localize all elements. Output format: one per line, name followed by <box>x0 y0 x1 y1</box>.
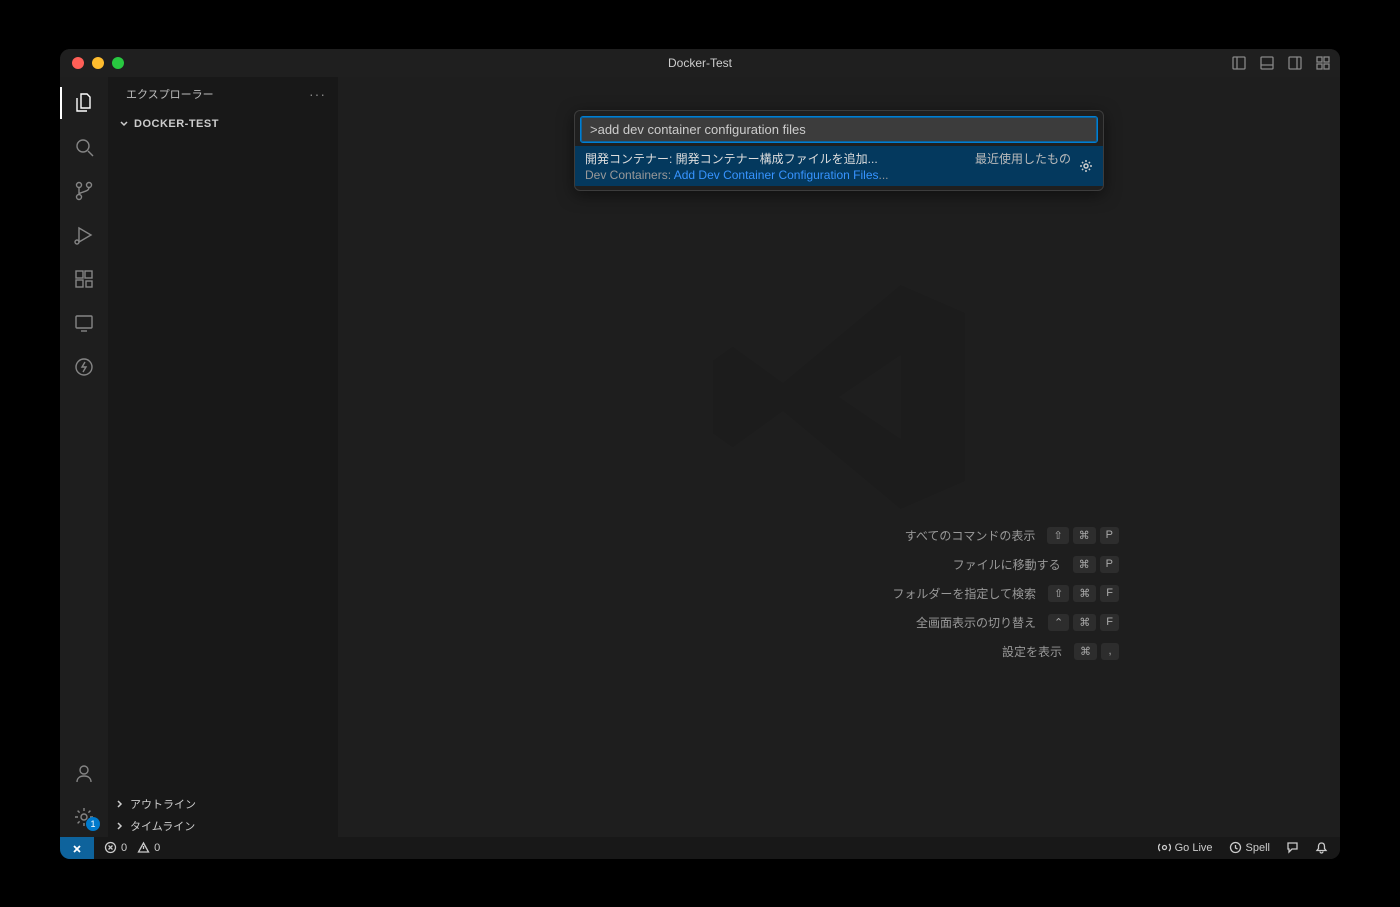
shortcut-keys: ⌘ P <box>1073 556 1119 573</box>
outline-section[interactable]: アウトライン <box>108 793 338 815</box>
branch-icon <box>73 180 95 202</box>
palette-item-subtitle: Dev Containers: Add Dev Container Config… <box>585 168 1093 182</box>
toggle-secondary-sidebar-icon[interactable] <box>1288 56 1302 70</box>
shortcut-keys: ⇧ ⌘ P <box>1047 527 1119 544</box>
palette-item-add-devcontainer[interactable]: 開発コンテナー: 開発コンテナー構成ファイルを追加... 最近使用したもの De… <box>575 146 1103 186</box>
palette-input-wrapper <box>575 111 1103 146</box>
toggle-panel-icon[interactable] <box>1260 56 1274 70</box>
chevron-right-icon <box>114 820 126 832</box>
error-icon <box>104 841 117 854</box>
shortcut-label: フォルダーを指定して検索 <box>892 585 1036 602</box>
customize-layout-icon[interactable] <box>1316 56 1330 70</box>
files-icon <box>73 92 95 114</box>
activity-source-control[interactable] <box>60 171 108 211</box>
workspace-folder[interactable]: DOCKER-TEST <box>112 115 330 133</box>
status-problems[interactable]: 0 0 <box>94 841 160 854</box>
activity-bar: 1 <box>60 77 108 837</box>
window-title: Docker-Test <box>668 56 732 70</box>
shortcut-show-commands: すべてのコマンドの表示 ⇧ ⌘ P <box>905 527 1119 544</box>
close-window-button[interactable] <box>72 57 84 69</box>
warning-icon <box>137 841 150 854</box>
shortcut-goto-file: ファイルに移動する ⌘ P <box>953 556 1119 573</box>
go-live-label: Go Live <box>1175 842 1213 854</box>
activity-remote-explorer[interactable] <box>60 303 108 343</box>
spell-label: Spell <box>1246 842 1270 854</box>
shortcut-keys: ⌃ ⌘ F <box>1048 614 1119 631</box>
shortcut-keys: ⇧ ⌘ F <box>1048 585 1119 602</box>
chevron-down-icon <box>118 118 130 130</box>
activity-explorer[interactable] <box>60 83 108 123</box>
activity-accounts[interactable] <box>60 753 108 793</box>
bell-icon <box>1315 841 1328 854</box>
status-right: Go Live Spell <box>1158 841 1340 854</box>
shortcut-toggle-fullscreen: 全画面表示の切り替え ⌃ ⌘ F <box>916 614 1119 631</box>
command-palette-input[interactable] <box>581 117 1097 142</box>
shortcut-show-settings: 設定を表示 ⌘ , <box>1002 643 1119 660</box>
extensions-icon <box>73 268 95 290</box>
timeline-label: タイムライン <box>130 818 195 834</box>
vscode-logo-icon <box>699 257 979 537</box>
broadcast-icon <box>1158 841 1171 854</box>
status-notifications[interactable] <box>1315 841 1328 854</box>
remote-icon <box>70 841 84 855</box>
layout-controls <box>1232 56 1330 70</box>
command-palette: 開発コンテナー: 開発コンテナー構成ファイルを追加... 最近使用したもの De… <box>574 110 1104 191</box>
search-icon <box>73 136 95 158</box>
toggle-primary-sidebar-icon[interactable] <box>1232 56 1246 70</box>
vscode-watermark-logo <box>699 257 979 537</box>
vscode-window: Docker-Test <box>60 49 1340 859</box>
welcome-shortcuts: すべてのコマンドの表示 ⇧ ⌘ P ファイルに移動する ⌘ P フォルダーを指定 <box>559 527 1119 660</box>
user-icon <box>73 762 95 784</box>
timeline-section[interactable]: タイムライン <box>108 815 338 837</box>
settings-badge: 1 <box>86 817 100 831</box>
status-feedback[interactable] <box>1286 841 1299 854</box>
maximize-window-button[interactable] <box>112 57 124 69</box>
feedback-icon <box>1286 841 1299 854</box>
status-go-live[interactable]: Go Live <box>1158 841 1213 854</box>
minimize-window-button[interactable] <box>92 57 104 69</box>
sidebar-bottom-sections: アウトライン タイムライン <box>108 793 338 837</box>
main-body: 1 エクスプローラー ··· DOCKER-TEST アウトライン <box>60 77 1340 837</box>
sidebar-explorer: エクスプローラー ··· DOCKER-TEST アウトライン タイムライン <box>108 77 338 837</box>
status-spell[interactable]: Spell <box>1229 841 1270 854</box>
activity-spellcheck[interactable] <box>60 347 108 387</box>
shortcut-label: すべてのコマンドの表示 <box>905 527 1036 544</box>
shortcut-find-in-folder: フォルダーを指定して検索 ⇧ ⌘ F <box>892 585 1119 602</box>
shortcut-label: 全画面表示の切り替え <box>916 614 1036 631</box>
status-bar: 0 0 Go Live Spell <box>60 837 1340 859</box>
shortcut-keys: ⌘ , <box>1074 643 1119 660</box>
activity-settings[interactable]: 1 <box>60 797 108 837</box>
titlebar: Docker-Test <box>60 49 1340 77</box>
error-count: 0 <box>121 842 127 854</box>
activity-search[interactable] <box>60 127 108 167</box>
chevron-right-icon <box>114 798 126 810</box>
lightning-icon <box>73 356 95 378</box>
debug-icon <box>73 224 95 246</box>
activity-run-debug[interactable] <box>60 215 108 255</box>
remote-explorer-icon <box>73 312 95 334</box>
status-remote-button[interactable] <box>60 837 94 859</box>
configure-keybinding-icon[interactable] <box>1079 159 1093 173</box>
editor-area: すべてのコマンドの表示 ⇧ ⌘ P ファイルに移動する ⌘ P フォルダーを指定 <box>338 77 1340 837</box>
shortcut-label: ファイルに移動する <box>953 556 1061 573</box>
folder-label: DOCKER-TEST <box>134 118 219 130</box>
warning-count: 0 <box>154 842 160 854</box>
palette-recent-label: 最近使用したもの <box>975 150 1071 167</box>
sidebar-header: エクスプローラー ··· <box>108 77 338 111</box>
palette-results: 開発コンテナー: 開発コンテナー構成ファイルを追加... 最近使用したもの De… <box>575 146 1103 190</box>
history-icon <box>1229 841 1242 854</box>
sidebar-more-icon[interactable]: ··· <box>309 86 326 102</box>
sidebar-title: エクスプローラー <box>126 86 214 102</box>
folder-section[interactable]: DOCKER-TEST <box>108 111 338 137</box>
traffic-lights <box>60 57 124 69</box>
activity-extensions[interactable] <box>60 259 108 299</box>
shortcut-label: 設定を表示 <box>1002 643 1062 660</box>
outline-label: アウトライン <box>130 796 196 812</box>
palette-item-title-ja: 開発コンテナー: 開発コンテナー構成ファイルを追加... <box>585 150 878 167</box>
